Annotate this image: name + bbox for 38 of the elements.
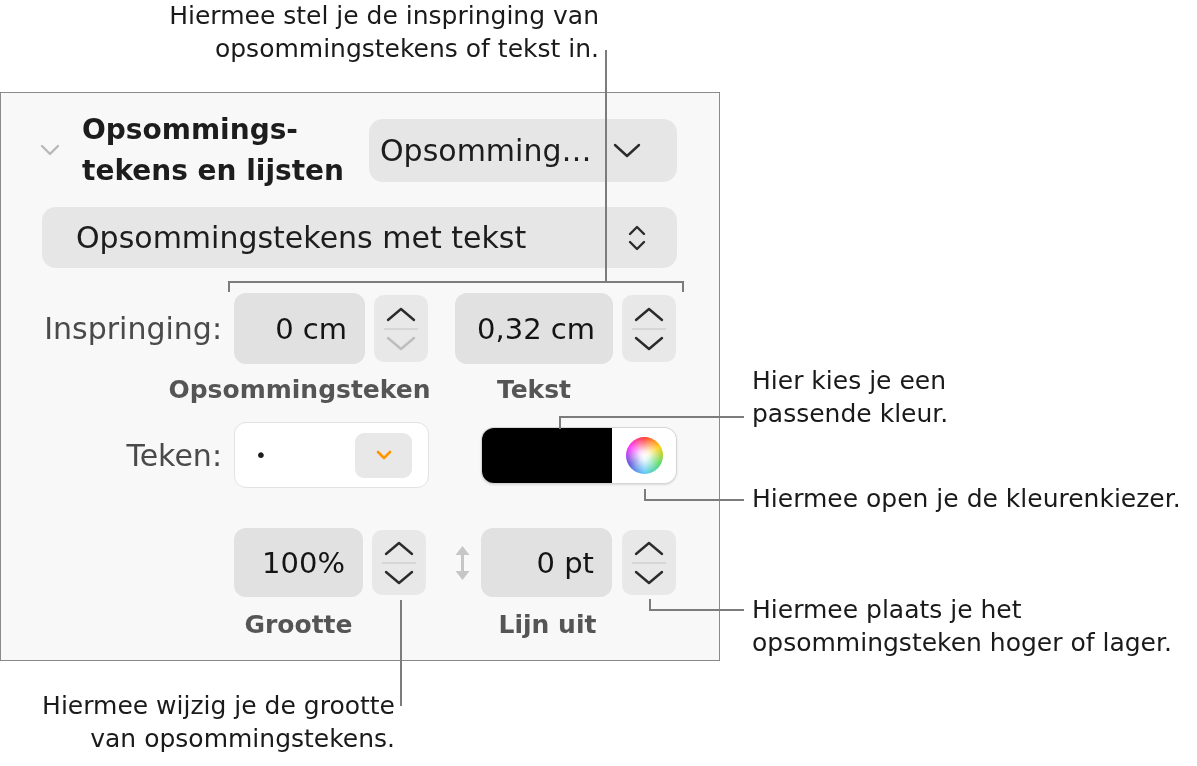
field-label: Teken: <box>126 437 222 473</box>
chevron-down-icon[interactable] <box>634 335 664 351</box>
color-swatch[interactable] <box>482 427 612 483</box>
number-field[interactable]: 100% <box>234 528 363 597</box>
field-caption: Opsommingsteken <box>168 377 431 403</box>
callout-text: Hiermee stel je de inspringing van opsommingstekens of tekst in. <box>169 0 599 65</box>
callout-text: Hier kies je een passende kleur. <box>752 365 949 430</box>
chevron-up-icon[interactable] <box>384 540 414 556</box>
chevron-down-icon <box>375 450 392 460</box>
stepper[interactable] <box>374 295 428 362</box>
callout-text: Hiermee plaats je het opsommingsteken hoger of lager. <box>752 594 1172 659</box>
field-caption: Grootte <box>244 612 353 638</box>
up-down-chevron-icon <box>628 223 646 252</box>
chevron-up-icon[interactable] <box>634 540 664 556</box>
preset-popup-button[interactable]: Opsomming… <box>369 118 677 182</box>
color-picker-button[interactable] <box>612 427 676 483</box>
stepper[interactable] <box>622 295 676 362</box>
stepper[interactable] <box>622 530 676 595</box>
callout-text: Hiermee wijzig je de grootte van opsommingstekens. <box>42 690 395 755</box>
stepper[interactable] <box>372 530 426 595</box>
chevron-up-icon[interactable] <box>386 306 416 322</box>
up-down-arrow-icon <box>454 545 471 580</box>
chevron-down-icon[interactable] <box>384 569 414 585</box>
chevron-up-icon[interactable] <box>634 306 664 322</box>
number-field[interactable]: 0 cm <box>234 293 365 364</box>
number-field[interactable]: 0,32 cm <box>455 293 613 364</box>
number-field[interactable]: 0 pt <box>481 528 612 597</box>
color-well[interactable] <box>482 427 676 483</box>
field-caption: Lijn uit <box>498 612 597 638</box>
field-label: Inspringing: <box>44 311 222 346</box>
callout-text: Hiermee open je de kleurenkiezer. <box>752 483 1181 515</box>
chevron-down-icon[interactable] <box>634 569 664 585</box>
list-type-popup-button[interactable]: Opsommingstekens met tekst <box>42 207 677 268</box>
chevron-down-icon <box>613 142 641 158</box>
section-title: Opsommings- tekens en lijsten <box>82 112 346 189</box>
color-wheel-icon <box>625 436 663 474</box>
field-caption: Tekst <box>496 377 572 403</box>
bullet-popup[interactable]: • <box>234 422 429 488</box>
